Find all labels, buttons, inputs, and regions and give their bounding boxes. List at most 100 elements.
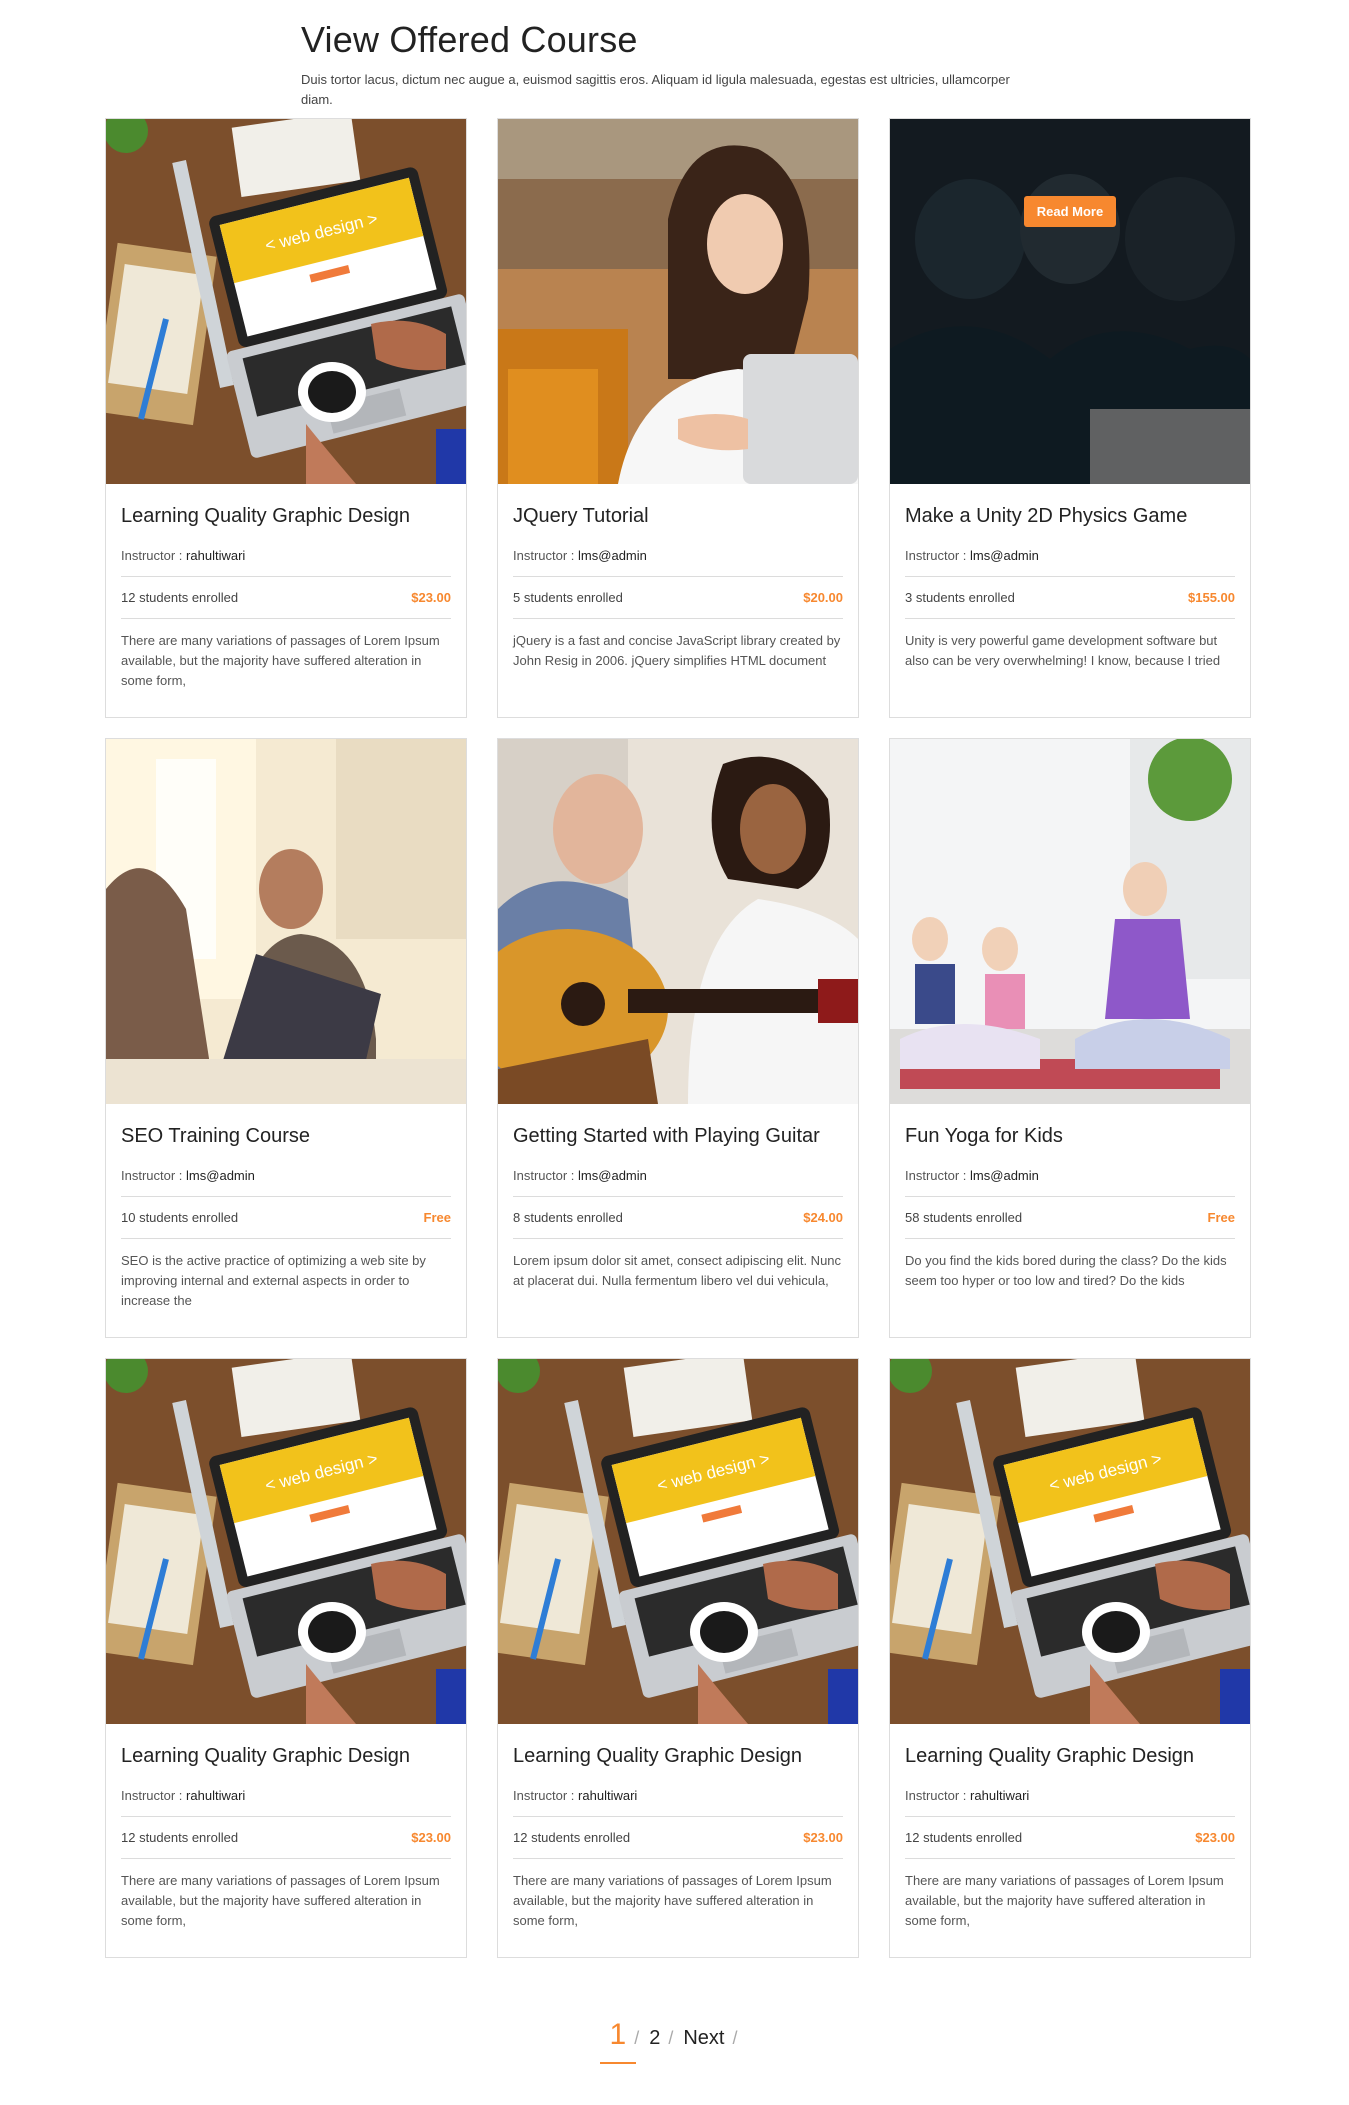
section-header: View Offered Course Duis tortor lacus, d…	[301, 18, 1021, 110]
course-description: There are many variations of passages of…	[905, 1873, 1224, 1928]
course-meta: 12 students enrolled $23.00	[121, 577, 451, 619]
instructor-line: Instructor : rahultiwari	[513, 1787, 843, 1817]
instructor-line: Instructor : lms@admin	[513, 1167, 843, 1197]
card-body: Getting Started with Playing Guitar Inst…	[498, 1123, 858, 1291]
instructor-line: Instructor : lms@admin	[905, 1167, 1235, 1197]
students-enrolled: 12 students enrolled	[121, 590, 239, 605]
instructor-line: Instructor : lms@admin	[905, 547, 1235, 577]
course-card[interactable]: Getting Started with Playing Guitar Inst…	[497, 738, 859, 1338]
page-link-1[interactable]: 1	[599, 2018, 636, 2064]
card-body: Learning Quality Graphic Design Instruct…	[106, 1743, 466, 1931]
instructor-name: rahultiwari	[186, 548, 246, 563]
instructor-label: Instructor :	[513, 548, 575, 563]
instructor-name: lms@admin	[578, 548, 647, 563]
course-title[interactable]: Getting Started with Playing Guitar	[513, 1123, 843, 1149]
course-card[interactable]: < web design > Learning Quality Graphic …	[105, 118, 467, 718]
students-enrolled: 10 students enrolled	[121, 1210, 239, 1225]
instructor-label: Instructor :	[121, 1788, 183, 1803]
instructor-name: rahultiwari	[970, 1788, 1030, 1803]
instructor-label: Instructor :	[513, 1168, 575, 1183]
instructor-name: lms@admin	[970, 1168, 1039, 1183]
students-group-image[interactable]: Read More	[890, 119, 1250, 484]
card-body: JQuery Tutorial Instructor : lms@admin 5…	[498, 503, 858, 671]
course-title[interactable]: Learning Quality Graphic Design	[121, 1743, 451, 1769]
course-listing-page: View Offered Course Duis tortor lacus, d…	[0, 0, 1349, 2105]
course-card[interactable]: JQuery Tutorial Instructor : lms@admin 5…	[497, 118, 859, 718]
pagination: 1 / 2 / Next /	[0, 2018, 1349, 2064]
instructor-name: lms@admin	[578, 1168, 647, 1183]
course-description: There are many variations of passages of…	[513, 1873, 832, 1928]
instructor-line: Instructor : lms@admin	[121, 1167, 451, 1197]
instructor-line: Instructor : lms@admin	[513, 547, 843, 577]
course-title[interactable]: Learning Quality Graphic Design	[121, 503, 451, 529]
course-card[interactable]: Fun Yoga for Kids Instructor : lms@admin…	[889, 738, 1251, 1338]
course-card[interactable]: SEO Training Course Instructor : lms@adm…	[105, 738, 467, 1338]
course-meta: 8 students enrolled $24.00	[513, 1197, 843, 1239]
card-body: SEO Training Course Instructor : lms@adm…	[106, 1123, 466, 1311]
course-price: $24.00	[803, 1210, 843, 1225]
course-meta: 10 students enrolled Free	[121, 1197, 451, 1239]
course-price: $23.00	[803, 1830, 843, 1845]
students-enrolled: 3 students enrolled	[905, 590, 1015, 605]
course-price: $20.00	[803, 590, 843, 605]
instructor-label: Instructor :	[905, 548, 967, 563]
office-meeting-image[interactable]	[106, 739, 466, 1104]
next-page-link[interactable]: Next	[679, 2027, 728, 2050]
students-enrolled: 12 students enrolled	[513, 1830, 631, 1845]
course-card[interactable]: Read More Make a Unity 2D Physics Game I…	[889, 118, 1251, 718]
instructor-line: Instructor : rahultiwari	[121, 547, 451, 577]
instructor-label: Instructor :	[905, 1788, 967, 1803]
laptop-web-design-image[interactable]: < web design >	[106, 1359, 466, 1724]
course-card[interactable]: < web design > Learning Quality Graphic …	[105, 1358, 467, 1958]
course-price: $23.00	[1195, 1830, 1235, 1845]
course-title[interactable]: Learning Quality Graphic Design	[905, 1743, 1235, 1769]
page-title: View Offered Course	[301, 19, 638, 60]
course-meta: 12 students enrolled $23.00	[121, 1817, 451, 1859]
course-description: There are many variations of passages of…	[121, 633, 440, 688]
students-enrolled: 8 students enrolled	[513, 1210, 623, 1225]
course-meta: 12 students enrolled $23.00	[513, 1817, 843, 1859]
woman-laptop-image[interactable]	[498, 119, 858, 484]
instructor-label: Instructor :	[905, 1168, 967, 1183]
course-description: Do you find the kids bored during the cl…	[905, 1253, 1227, 1288]
instructor-line: Instructor : rahultiwari	[121, 1787, 451, 1817]
card-body: Learning Quality Graphic Design Instruct…	[890, 1743, 1250, 1931]
image-hover-overlay: Read More	[890, 119, 1250, 484]
course-description: SEO is the active practice of optimizing…	[121, 1253, 426, 1308]
instructor-line: Instructor : rahultiwari	[905, 1787, 1235, 1817]
course-title[interactable]: Fun Yoga for Kids	[905, 1123, 1235, 1149]
price-free-badge: Free	[1207, 1210, 1235, 1225]
course-title[interactable]: Make a Unity 2D Physics Game	[905, 503, 1235, 529]
course-description: jQuery is a fast and concise JavaScript …	[513, 633, 841, 668]
students-enrolled: 58 students enrolled	[905, 1210, 1023, 1225]
course-description: Lorem ipsum dolor sit amet, consect adip…	[513, 1253, 842, 1288]
course-price: $23.00	[411, 590, 451, 605]
laptop-web-design-image[interactable]: < web design >	[106, 119, 466, 484]
instructor-name: rahultiwari	[578, 1788, 638, 1803]
card-body: Learning Quality Graphic Design Instruct…	[498, 1743, 858, 1931]
course-meta: 58 students enrolled Free	[905, 1197, 1235, 1239]
course-title[interactable]: SEO Training Course	[121, 1123, 451, 1149]
price-free-badge: Free	[423, 1210, 451, 1225]
card-body: Learning Quality Graphic Design Instruct…	[106, 503, 466, 691]
course-title[interactable]: JQuery Tutorial	[513, 503, 843, 529]
course-card[interactable]: < web design > Learning Quality Graphic …	[889, 1358, 1251, 1958]
kids-yoga-image[interactable]	[890, 739, 1250, 1104]
course-description: Unity is very powerful game development …	[905, 633, 1221, 668]
laptop-web-design-image[interactable]: < web design >	[890, 1359, 1250, 1724]
read-more-button[interactable]: Read More	[1023, 196, 1117, 227]
laptop-web-design-image[interactable]: < web design >	[498, 1359, 858, 1724]
card-body: Make a Unity 2D Physics Game Instructor …	[890, 503, 1250, 671]
page-link-2[interactable]: 2	[645, 2027, 664, 2050]
course-meta: 5 students enrolled $20.00	[513, 577, 843, 619]
course-card[interactable]: < web design > Learning Quality Graphic …	[497, 1358, 859, 1958]
guitar-lesson-image[interactable]	[498, 739, 858, 1104]
pagination-separator: /	[634, 2028, 640, 2048]
instructor-name: lms@admin	[186, 1168, 255, 1183]
course-grid: < web design > Learning Quality Graphic …	[105, 118, 1251, 1958]
students-enrolled: 12 students enrolled	[121, 1830, 239, 1845]
students-enrolled: 5 students enrolled	[513, 590, 623, 605]
course-title[interactable]: Learning Quality Graphic Design	[513, 1743, 843, 1769]
students-enrolled: 12 students enrolled	[905, 1830, 1023, 1845]
pagination-separator: /	[668, 2028, 674, 2048]
